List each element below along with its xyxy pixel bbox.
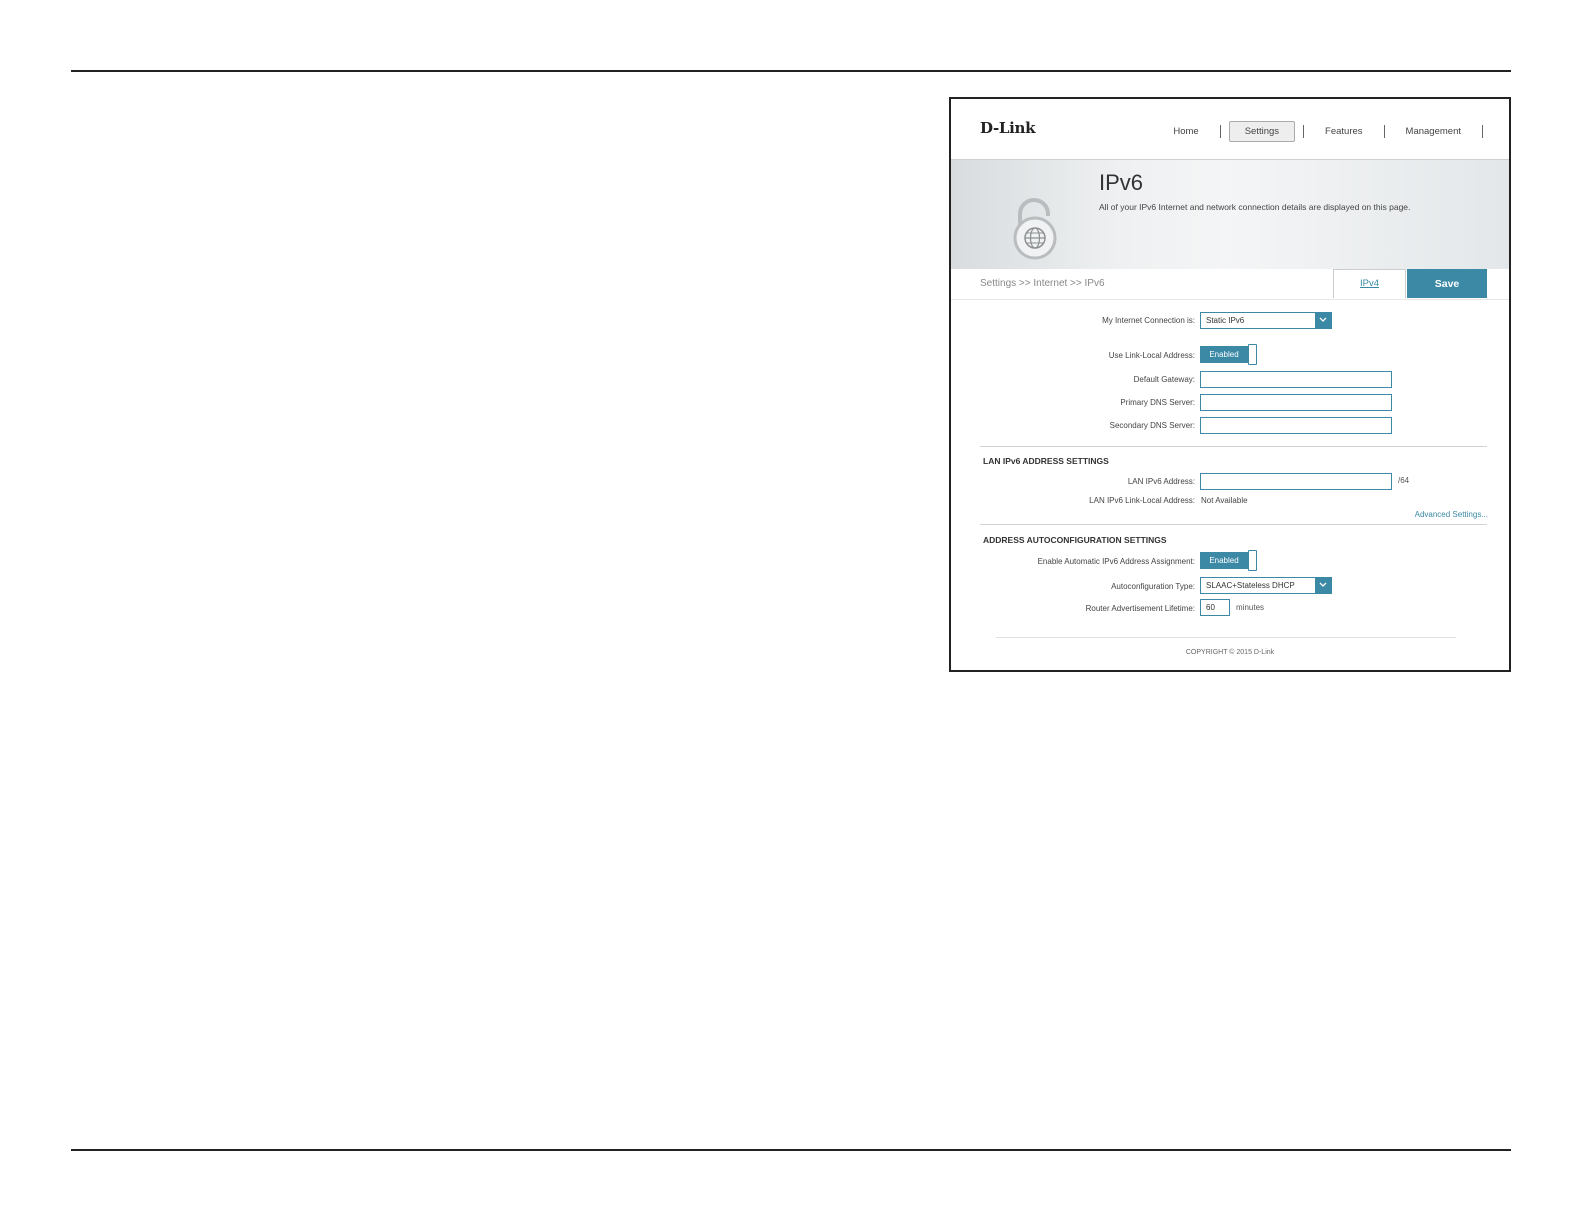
top-nav: Home Settings Features Management — [1158, 121, 1489, 142]
section-divider — [980, 524, 1487, 525]
copyright: COPYRIGHT © 2015 D-Link — [1185, 649, 1275, 656]
chevron-down-icon[interactable] — [1315, 313, 1331, 328]
nav-home[interactable]: Home — [1160, 122, 1211, 141]
nav-separator — [1303, 125, 1305, 138]
secondary-dns-label: Secondary DNS Server: — [1109, 421, 1195, 430]
page-title: IPv6 — [1099, 170, 1144, 195]
autoconf-section-title: ADDRESS AUTOCONFIGURATION SETTINGS — [983, 535, 1167, 545]
default-gateway-label: Default Gateway: — [1133, 375, 1195, 384]
chevron-down-icon[interactable] — [1315, 578, 1331, 593]
footer-divider — [996, 637, 1456, 638]
bottom-rule — [71, 1149, 1511, 1151]
breadcrumb-bar: Settings >> Internet >> IPv6 IPv4 Save — [951, 269, 1509, 300]
connection-type-value: Static IPv6 — [1206, 316, 1245, 325]
page-banner: IPv6 All of your IPv6 Internet and netwo… — [951, 159, 1509, 270]
secondary-dns-input[interactable] — [1200, 417, 1392, 434]
ra-lifetime-unit: minutes — [1236, 603, 1265, 612]
toggle-knob[interactable] — [1248, 344, 1257, 365]
nav-separator — [1482, 125, 1483, 138]
header: D-Link Home Settings Features Management — [951, 99, 1509, 159]
ra-lifetime-input[interactable]: 60 — [1200, 599, 1230, 616]
connection-label: My Internet Connection is: — [1102, 316, 1195, 325]
dlink-logo: D-Link — [980, 119, 1036, 137]
save-button[interactable]: Save — [1407, 269, 1487, 298]
nav-features[interactable]: Features — [1312, 122, 1376, 141]
primary-dns-label: Primary DNS Server: — [1120, 398, 1195, 407]
auto-assign-label: Enable Automatic IPv6 Address Assignment… — [1037, 557, 1195, 566]
autoconf-type-label: Autoconfiguration Type: — [1111, 582, 1195, 591]
autoconf-type-select[interactable]: SLAAC+Stateless DHCP — [1200, 577, 1332, 594]
breadcrumb: Settings >> Internet >> IPv6 — [980, 278, 1105, 289]
top-rule — [71, 70, 1511, 72]
link-local-state: Enabled — [1200, 346, 1248, 363]
connection-type-select[interactable]: Static IPv6 — [1200, 312, 1332, 329]
link-local-toggle[interactable]: Enabled — [1200, 344, 1257, 365]
section-divider — [980, 446, 1487, 447]
advanced-settings-link[interactable]: Advanced Settings... — [1415, 510, 1488, 519]
auto-assign-toggle[interactable]: Enabled — [1200, 550, 1257, 571]
nav-management[interactable]: Management — [1393, 122, 1474, 141]
router-ui-screenshot: D-Link Home Settings Features Management… — [949, 97, 1511, 672]
lan-link-local-value: Not Available — [1201, 496, 1248, 505]
tab-ipv4[interactable]: IPv4 — [1333, 269, 1406, 298]
lan-section-title: LAN IPv6 ADDRESS SETTINGS — [983, 456, 1109, 466]
nav-separator — [1219, 125, 1221, 138]
auto-assign-state: Enabled — [1200, 552, 1248, 569]
prefix-length: /64 — [1398, 476, 1410, 485]
link-local-label: Use Link-Local Address: — [1108, 351, 1195, 360]
primary-dns-input[interactable] — [1200, 394, 1392, 411]
default-gateway-input[interactable] — [1200, 371, 1392, 388]
nav-settings[interactable]: Settings — [1228, 121, 1296, 142]
nav-separator — [1383, 125, 1385, 138]
page-description: All of your IPv6 Internet and network co… — [1099, 202, 1411, 212]
ra-lifetime-label: Router Advertisement Lifetime: — [1085, 604, 1195, 613]
lan-address-label: LAN IPv6 Address: — [1127, 477, 1195, 486]
unlocked-globe-icon — [1013, 198, 1057, 260]
autoconf-type-value: SLAAC+Stateless DHCP — [1206, 581, 1295, 590]
lan-address-input[interactable] — [1200, 473, 1392, 490]
lan-link-local-label: LAN IPv6 Link-Local Address: — [1089, 496, 1195, 505]
toggle-knob[interactable] — [1248, 550, 1257, 571]
